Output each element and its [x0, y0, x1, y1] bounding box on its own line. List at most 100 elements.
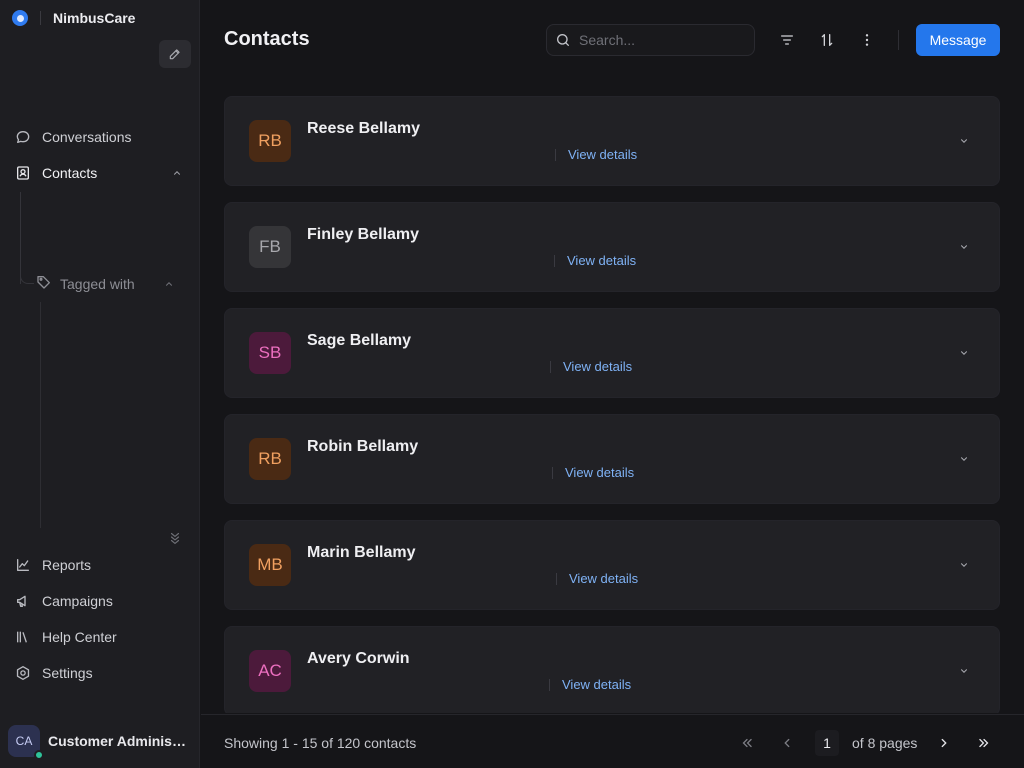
chevron-down-icon[interactable] — [957, 240, 971, 254]
sidebar-item-settings[interactable]: Settings — [8, 659, 192, 687]
user-name: Customer Administrator — [48, 733, 190, 749]
first-page-button[interactable] — [735, 731, 759, 755]
brand-name: NimbusCare — [53, 10, 136, 26]
sort-button[interactable] — [815, 28, 839, 52]
search-box[interactable] — [546, 24, 755, 56]
view-details-link[interactable]: View details — [568, 147, 637, 162]
brand: NimbusCare — [12, 8, 135, 28]
meta-divider — [554, 254, 555, 267]
sidebar-item-reports[interactable]: Reports — [8, 551, 192, 579]
contact-meta: View details — [555, 147, 637, 162]
avatar-initials: CA — [15, 734, 33, 748]
user-profile[interactable]: CA Customer Administrator — [8, 724, 196, 760]
contact-name: Marin Bellamy — [307, 544, 416, 561]
chevron-down-icon[interactable] — [957, 558, 971, 572]
contact-name: Avery Corwin — [307, 650, 410, 667]
message-button[interactable]: Message — [916, 24, 1000, 56]
brand-logo-icon — [12, 10, 28, 26]
chevron-up-icon[interactable] — [170, 166, 184, 180]
view-details-link[interactable]: View details — [563, 359, 632, 374]
avatar: CA — [8, 725, 44, 760]
chevron-down-icon[interactable] — [957, 452, 971, 466]
chevron-down-icon[interactable] — [957, 664, 971, 678]
avatar: MB — [249, 544, 291, 586]
library-icon — [14, 628, 32, 646]
double-chevron-right-icon — [979, 738, 989, 748]
contact-card[interactable]: MB Marin Bellamy View details — [224, 520, 1000, 610]
sidebar-item-label: Settings — [42, 665, 93, 681]
next-page-button[interactable] — [932, 731, 956, 755]
previous-page-button[interactable] — [775, 731, 799, 755]
total-pages-label: of 8 pages — [852, 735, 918, 751]
pencil-icon — [169, 49, 180, 60]
contact-name: Finley Bellamy — [307, 226, 420, 243]
view-details-link[interactable]: View details — [565, 465, 634, 480]
avatar: FB — [249, 226, 291, 268]
chart-icon — [14, 556, 32, 574]
sidebar-item-tagged-with[interactable]: Tagged with — [30, 270, 186, 298]
contact-card[interactable]: RB Reese Bellamy View details — [224, 96, 1000, 186]
sidebar: NimbusCare Conversations Contacts Tagged… — [0, 0, 200, 768]
current-page-input[interactable]: 1 — [815, 730, 839, 756]
contact-name: Sage Bellamy — [307, 332, 412, 349]
more-vertical-icon — [865, 34, 869, 46]
meta-divider — [549, 678, 550, 691]
compose-button[interactable] — [159, 40, 191, 68]
online-status-dot — [34, 750, 44, 760]
expand-more-button[interactable] — [166, 528, 184, 546]
contact-meta: View details — [549, 677, 631, 692]
settings-icon — [14, 664, 32, 682]
avatar: RB — [249, 438, 291, 480]
contact-meta: View details — [550, 359, 632, 374]
filter-button[interactable] — [775, 28, 799, 52]
sidebar-item-campaigns[interactable]: Campaigns — [8, 587, 192, 615]
sort-arrows-icon — [821, 34, 833, 46]
chevron-right-icon — [941, 738, 947, 748]
meta-divider — [552, 466, 553, 479]
contact-card[interactable]: FB Finley Bellamy View details — [224, 202, 1000, 292]
view-details-link[interactable]: View details — [569, 571, 638, 586]
contact-card[interactable]: RB Robin Bellamy View details — [224, 414, 1000, 504]
contact-meta: View details — [554, 253, 636, 268]
contact-card[interactable]: AC Avery Corwin View details — [224, 626, 1000, 713]
tree-connector — [40, 302, 41, 528]
contacts-list: RB Reese Bellamy View details FB Finley … — [224, 96, 1000, 713]
tag-icon — [36, 274, 52, 295]
search-icon — [557, 34, 569, 46]
double-chevron-down-icon — [170, 532, 180, 545]
more-options-button[interactable] — [855, 28, 879, 52]
toolbar-divider — [898, 30, 899, 50]
main-content: Contacts Message RB Reese Bellamy View d… — [201, 0, 1024, 768]
contact-meta: View details — [556, 571, 638, 586]
sidebar-item-label: Contacts — [42, 165, 98, 181]
contact-book-icon — [14, 164, 32, 182]
chevron-down-icon[interactable] — [957, 346, 971, 360]
sidebar-item-label: Conversations — [42, 129, 132, 145]
contact-meta: View details — [552, 465, 634, 480]
avatar: AC — [249, 650, 291, 692]
chevron-down-icon[interactable] — [957, 134, 971, 148]
contact-card[interactable]: SB Sage Bellamy View details — [224, 308, 1000, 398]
sidebar-item-contacts[interactable]: Contacts — [8, 159, 192, 187]
page-title: Contacts — [224, 28, 310, 50]
meta-divider — [556, 572, 557, 585]
avatar: RB — [249, 120, 291, 162]
chevron-left-icon — [784, 738, 790, 748]
chevron-up-icon[interactable] — [162, 277, 176, 291]
contact-name: Robin Bellamy — [307, 438, 419, 455]
chat-bubble-icon — [14, 128, 32, 146]
sidebar-item-label: Reports — [42, 557, 92, 573]
search-input[interactable] — [579, 32, 749, 48]
filter-icon — [781, 35, 793, 45]
meta-divider — [555, 148, 556, 161]
meta-divider — [550, 360, 551, 373]
double-chevron-left-icon — [742, 738, 752, 748]
sidebar-item-help-center[interactable]: Help Center — [8, 623, 192, 651]
view-details-link[interactable]: View details — [567, 253, 636, 268]
last-page-button[interactable] — [972, 731, 996, 755]
pagination-footer: Showing 1 - 15 of 120 contacts 1 of 8 pa… — [201, 714, 1024, 768]
sidebar-item-conversations[interactable]: Conversations — [8, 123, 192, 151]
megaphone-icon — [14, 592, 32, 610]
results-summary: Showing 1 - 15 of 120 contacts — [224, 735, 417, 751]
view-details-link[interactable]: View details — [562, 677, 631, 692]
